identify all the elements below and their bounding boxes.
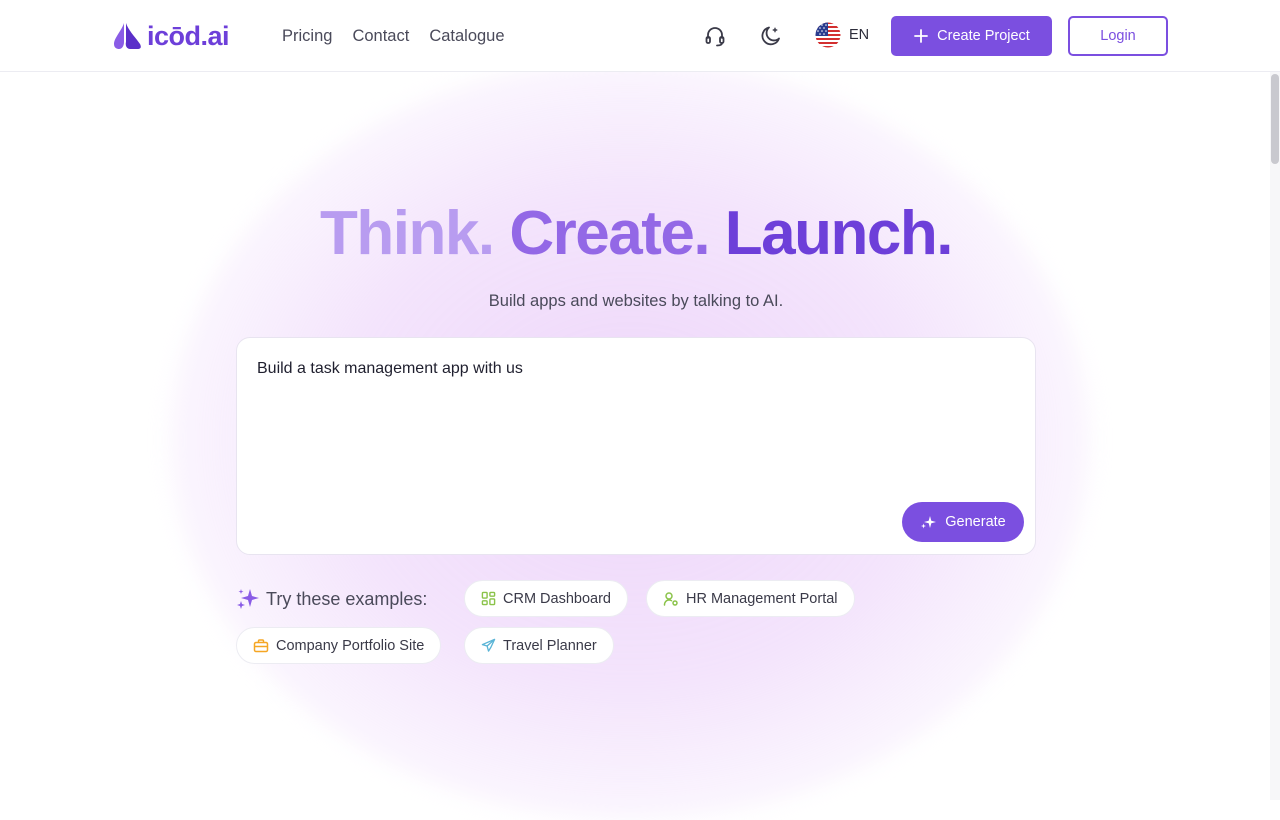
language-code: EN — [849, 27, 870, 43]
brand-logo[interactable]: icōd.ai — [112, 21, 230, 51]
headset-icon[interactable] — [703, 24, 727, 48]
briefcase-icon — [253, 638, 269, 652]
create-project-label: Create Project — [937, 28, 1030, 44]
top-header: icōd.ai Pricing Contact Catalogue EN Cre… — [0, 0, 1280, 72]
hero-headline: Think. Create. Launch. — [0, 196, 1272, 272]
examples-heading: Try these examples: — [236, 586, 427, 612]
examples-label: Try these examples: — [266, 589, 428, 609]
main-nav: Pricing Contact Catalogue — [282, 24, 505, 48]
nav-link-catalogue[interactable]: Catalogue — [429, 24, 504, 48]
plus-icon — [914, 29, 929, 43]
sparkle-icon — [921, 516, 937, 529]
example-chip-label: CRM Dashboard — [503, 590, 611, 607]
us-flag-icon — [815, 22, 841, 48]
headline-word-launch: Launch. — [724, 199, 954, 268]
scrollbar-thumb[interactable] — [1271, 74, 1279, 164]
grid-icon — [481, 591, 496, 606]
nav-link-contact[interactable]: Contact — [352, 24, 409, 48]
generate-label: Generate — [945, 514, 1006, 530]
example-chip-portfolio-site[interactable]: Company Portfolio Site — [236, 627, 442, 664]
login-label: Login — [1100, 28, 1136, 44]
brand-name: icōd.ai — [147, 21, 230, 51]
language-selector[interactable]: EN — [815, 22, 869, 48]
example-chip-label: Company Portfolio Site — [276, 637, 425, 654]
example-chip-crm-dashboard[interactable]: CRM Dashboard — [464, 580, 628, 617]
prompt-input[interactable] — [257, 358, 997, 498]
sparkles-icon — [237, 589, 259, 609]
login-button[interactable]: Login — [1068, 16, 1168, 56]
headline-word-think: Think. — [320, 199, 495, 268]
example-chip-label: Travel Planner — [503, 637, 597, 654]
headline-word-create: Create. — [509, 199, 710, 268]
nav-link-pricing[interactable]: Pricing — [282, 24, 332, 48]
example-chip-hr-portal[interactable]: HR Management Portal — [646, 580, 855, 617]
generate-button[interactable]: Generate — [902, 502, 1024, 542]
page-scrollbar[interactable] — [1270, 72, 1280, 800]
plane-icon — [481, 638, 496, 652]
example-chip-travel-planner[interactable]: Travel Planner — [464, 627, 614, 664]
prompt-box: Generate — [236, 337, 1036, 555]
example-chip-label: HR Management Portal — [686, 590, 838, 607]
create-project-button[interactable]: Create Project — [891, 16, 1052, 56]
user-gear-icon — [663, 591, 678, 606]
logo-drop-icon — [114, 23, 141, 49]
hero-subtitle: Build apps and websites by talking to AI… — [488, 292, 784, 310]
moon-icon[interactable] — [759, 24, 783, 48]
